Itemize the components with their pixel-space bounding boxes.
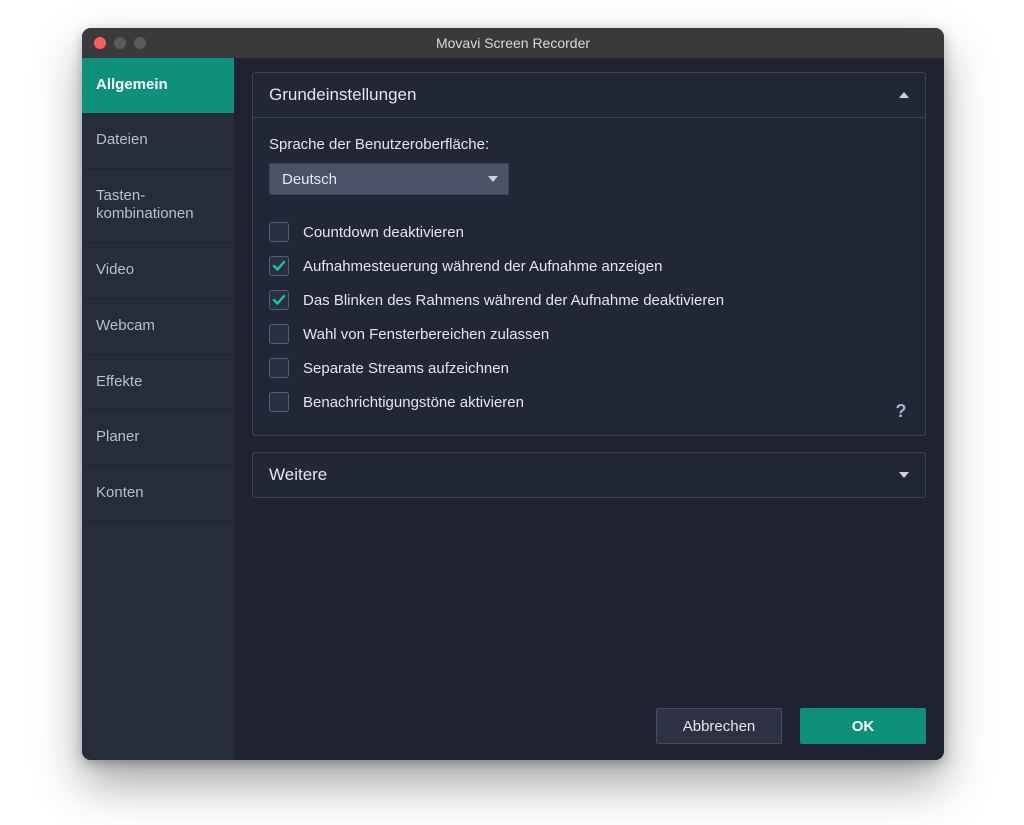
- maximize-icon[interactable]: [134, 37, 146, 49]
- close-icon[interactable]: [94, 37, 106, 49]
- checkbox-label: Benachrichtigungstöne aktivieren: [303, 394, 524, 411]
- checkbox-row-countdown: Countdown deaktivieren: [269, 215, 909, 249]
- sidebar-item-label: Effekte: [96, 373, 142, 390]
- checkbox-recording-controls[interactable]: [269, 256, 289, 276]
- language-label: Sprache der Benutzeroberfläche:: [269, 136, 909, 153]
- sidebar: Allgemein Dateien Tasten-kombinationen V…: [82, 58, 234, 760]
- sidebar-item-video[interactable]: Video: [82, 243, 234, 299]
- button-label: Abbrechen: [683, 718, 756, 735]
- button-label: OK: [852, 718, 875, 735]
- sidebar-item-webcam[interactable]: Webcam: [82, 299, 234, 355]
- cancel-button[interactable]: Abbrechen: [656, 708, 782, 744]
- dialog-footer: Abbrechen OK: [252, 698, 926, 744]
- checkbox-row-recording-controls: Aufnahmesteuerung während der Aufnahme a…: [269, 249, 909, 283]
- checkbox-label: Separate Streams aufzeichnen: [303, 360, 509, 377]
- panel-more-header[interactable]: Weitere: [253, 453, 925, 497]
- minimize-icon[interactable]: [114, 37, 126, 49]
- panel-more: Weitere: [252, 452, 926, 498]
- checkbox-countdown[interactable]: [269, 222, 289, 242]
- panel-title: Grundeinstellungen: [269, 85, 416, 105]
- window-controls: [82, 37, 146, 49]
- sidebar-item-accounts[interactable]: Konten: [82, 466, 234, 522]
- sidebar-item-effects[interactable]: Effekte: [82, 355, 234, 411]
- sidebar-item-shortcuts[interactable]: Tasten-kombinationen: [82, 169, 234, 244]
- checkbox-row-notification-sounds: Benachrichtigungstöne aktivieren: [269, 385, 909, 419]
- ok-button[interactable]: OK: [800, 708, 926, 744]
- help-icon[interactable]: ?: [891, 401, 911, 421]
- panel-basic-header[interactable]: Grundeinstellungen: [253, 73, 925, 118]
- checkbox-frame-blink[interactable]: [269, 290, 289, 310]
- checkbox-label: Das Blinken des Rahmens während der Aufn…: [303, 292, 724, 309]
- sidebar-item-label: Allgemein: [96, 76, 168, 93]
- checkbox-label: Wahl von Fensterbereichen zulassen: [303, 326, 549, 343]
- settings-window: Movavi Screen Recorder Allgemein Dateien…: [82, 28, 944, 760]
- window-body: Allgemein Dateien Tasten-kombinationen V…: [82, 58, 944, 760]
- titlebar: Movavi Screen Recorder: [82, 28, 944, 58]
- chevron-up-icon: [899, 92, 909, 98]
- checkbox-row-separate-streams: Separate Streams aufzeichnen: [269, 351, 909, 385]
- sidebar-item-general[interactable]: Allgemein: [82, 58, 234, 113]
- sidebar-item-label: Dateien: [96, 131, 148, 148]
- checkbox-row-frame-blink: Das Blinken des Rahmens während der Aufn…: [269, 283, 909, 317]
- sidebar-item-label: Tasten-kombinationen: [96, 187, 220, 225]
- panel-basic-settings: Grundeinstellungen Sprache der Benutzero…: [252, 72, 926, 436]
- sidebar-item-label: Planer: [96, 428, 139, 445]
- window-title: Movavi Screen Recorder: [82, 35, 944, 51]
- main-content: Grundeinstellungen Sprache der Benutzero…: [234, 58, 944, 760]
- language-select[interactable]: Deutsch: [269, 163, 509, 195]
- sidebar-item-label: Webcam: [96, 317, 155, 334]
- chevron-down-icon: [899, 472, 909, 478]
- checkbox-label: Aufnahmesteuerung während der Aufnahme a…: [303, 258, 662, 275]
- sidebar-item-files[interactable]: Dateien: [82, 113, 234, 169]
- checkbox-notification-sounds[interactable]: [269, 392, 289, 412]
- panel-title: Weitere: [269, 465, 327, 485]
- panel-basic-body: Sprache der Benutzeroberfläche: Deutsch …: [253, 118, 925, 435]
- language-value: Deutsch: [282, 171, 337, 188]
- checkbox-separate-streams[interactable]: [269, 358, 289, 378]
- checkbox-window-areas[interactable]: [269, 324, 289, 344]
- sidebar-item-label: Video: [96, 261, 134, 278]
- sidebar-item-scheduler[interactable]: Planer: [82, 410, 234, 466]
- checkbox-row-window-areas: Wahl von Fensterbereichen zulassen: [269, 317, 909, 351]
- chevron-down-icon: [488, 176, 498, 182]
- checkbox-label: Countdown deaktivieren: [303, 224, 464, 241]
- sidebar-item-label: Konten: [96, 484, 144, 501]
